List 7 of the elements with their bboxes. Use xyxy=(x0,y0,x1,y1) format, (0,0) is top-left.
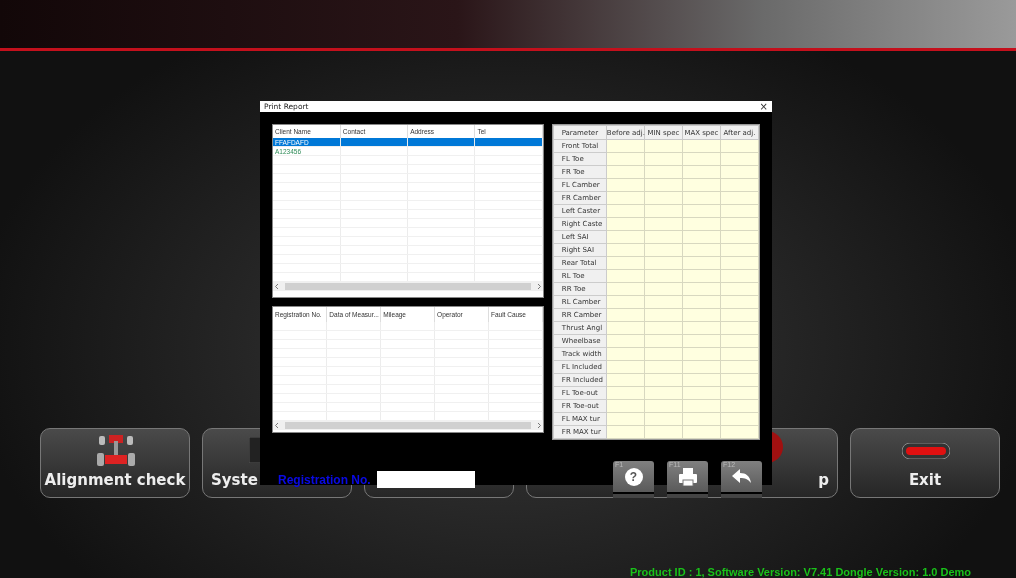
status-text: Product ID : 1, Software Version: V7.41 Dongle Version: 1.0 Demo xyxy=(630,566,972,578)
tile-label: Exit xyxy=(908,471,942,489)
registration-label: Registration No. xyxy=(278,472,371,487)
tile-label: Alignment check xyxy=(44,471,186,489)
help-icon: ? xyxy=(624,468,643,486)
tile-label: p xyxy=(818,471,829,489)
tile-label: Syste xyxy=(211,471,258,489)
